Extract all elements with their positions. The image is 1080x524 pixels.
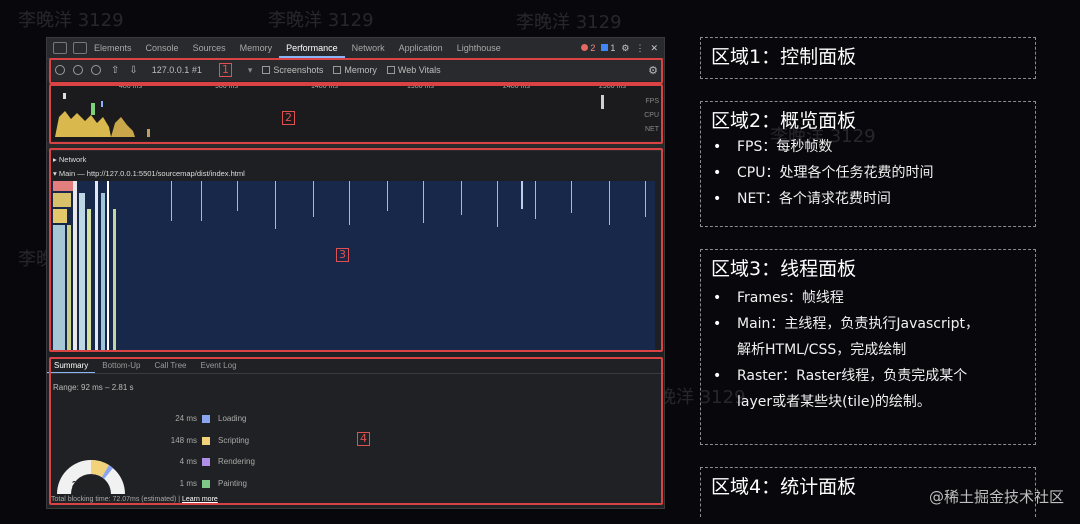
note-item: layer或者某些块(tile)的绘制。	[737, 394, 931, 410]
note-region-2: 区域2：概览面板 FPS：每秒帧数 CPU：处理各个任务花费的时间 NET：各个…	[700, 101, 1036, 227]
error-count: 2	[590, 43, 596, 53]
note-title: 区域1：控制面板	[711, 46, 857, 68]
watermark: 李晚洋 3129	[516, 12, 622, 33]
tab-memory[interactable]: Memory	[233, 38, 280, 58]
device-toolbar-icon[interactable]	[73, 42, 87, 54]
region-2-number: 2	[282, 111, 295, 125]
note-item: CPU：处理各个任务花费的时间	[701, 160, 933, 186]
note-region-3: 区域3：线程面板 Frames：帧线程 Main：主线程，负责执行Javascr…	[700, 249, 1036, 445]
note-list: Frames：帧线程 Main：主线程，负责执行Javascript， 解析HT…	[701, 285, 979, 415]
region-3-number: 3	[336, 248, 349, 262]
region-3-outline	[49, 148, 663, 352]
note-title: 区域2：概览面板	[711, 110, 857, 132]
tab-console[interactable]: Console	[139, 38, 186, 58]
note-item: Frames：帧线程	[701, 285, 979, 311]
region-4-number: 4	[357, 432, 370, 446]
tab-lighthouse[interactable]: Lighthouse	[450, 38, 508, 58]
watermark: 李晚洋 3129	[268, 10, 374, 31]
issue-icon	[601, 44, 609, 51]
region-4-outline	[49, 357, 663, 505]
region-1-outline	[49, 58, 663, 84]
note-item: 解析HTML/CSS，完成绘制	[737, 342, 907, 358]
tab-network[interactable]: Network	[345, 38, 392, 58]
note-region-1: 区域1：控制面板	[700, 37, 1036, 79]
error-count-badge[interactable]: 2	[581, 43, 595, 53]
devtools-tabbar: Elements Console Sources Memory Performa…	[47, 38, 664, 59]
note-title: 区域3：线程面板	[711, 258, 857, 280]
settings-gear-icon[interactable]: ⚙	[621, 43, 629, 54]
issue-count: 1	[610, 43, 616, 53]
region-1-number: 1	[219, 63, 232, 77]
close-icon[interactable]: ✕	[650, 43, 658, 54]
tab-sources[interactable]: Sources	[186, 38, 233, 58]
issue-count-badge[interactable]: 1	[601, 43, 615, 53]
note-item: Raster：Raster线程，负责完成某个	[701, 363, 979, 389]
note-list: FPS：每秒帧数 CPU：处理各个任务花费的时间 NET：各个请求花费时间	[701, 134, 933, 212]
credit-watermark: @稀土掘金技术社区	[928, 488, 1064, 506]
note-item: Main：主线程，负责执行Javascript，	[701, 311, 979, 337]
more-options-icon[interactable]: ⋮	[635, 43, 644, 54]
tab-application[interactable]: Application	[392, 38, 450, 58]
inspect-element-icon[interactable]	[53, 42, 67, 54]
error-icon	[581, 44, 589, 51]
watermark: 李晚洋 3129	[18, 10, 124, 31]
tab-performance[interactable]: Performance	[279, 38, 345, 58]
region-2-outline	[49, 84, 663, 144]
note-title: 区域4：统计面板	[711, 476, 857, 498]
tab-elements[interactable]: Elements	[87, 38, 139, 58]
note-item: NET：各个请求花费时间	[701, 186, 933, 212]
note-item: FPS：每秒帧数	[701, 134, 933, 160]
